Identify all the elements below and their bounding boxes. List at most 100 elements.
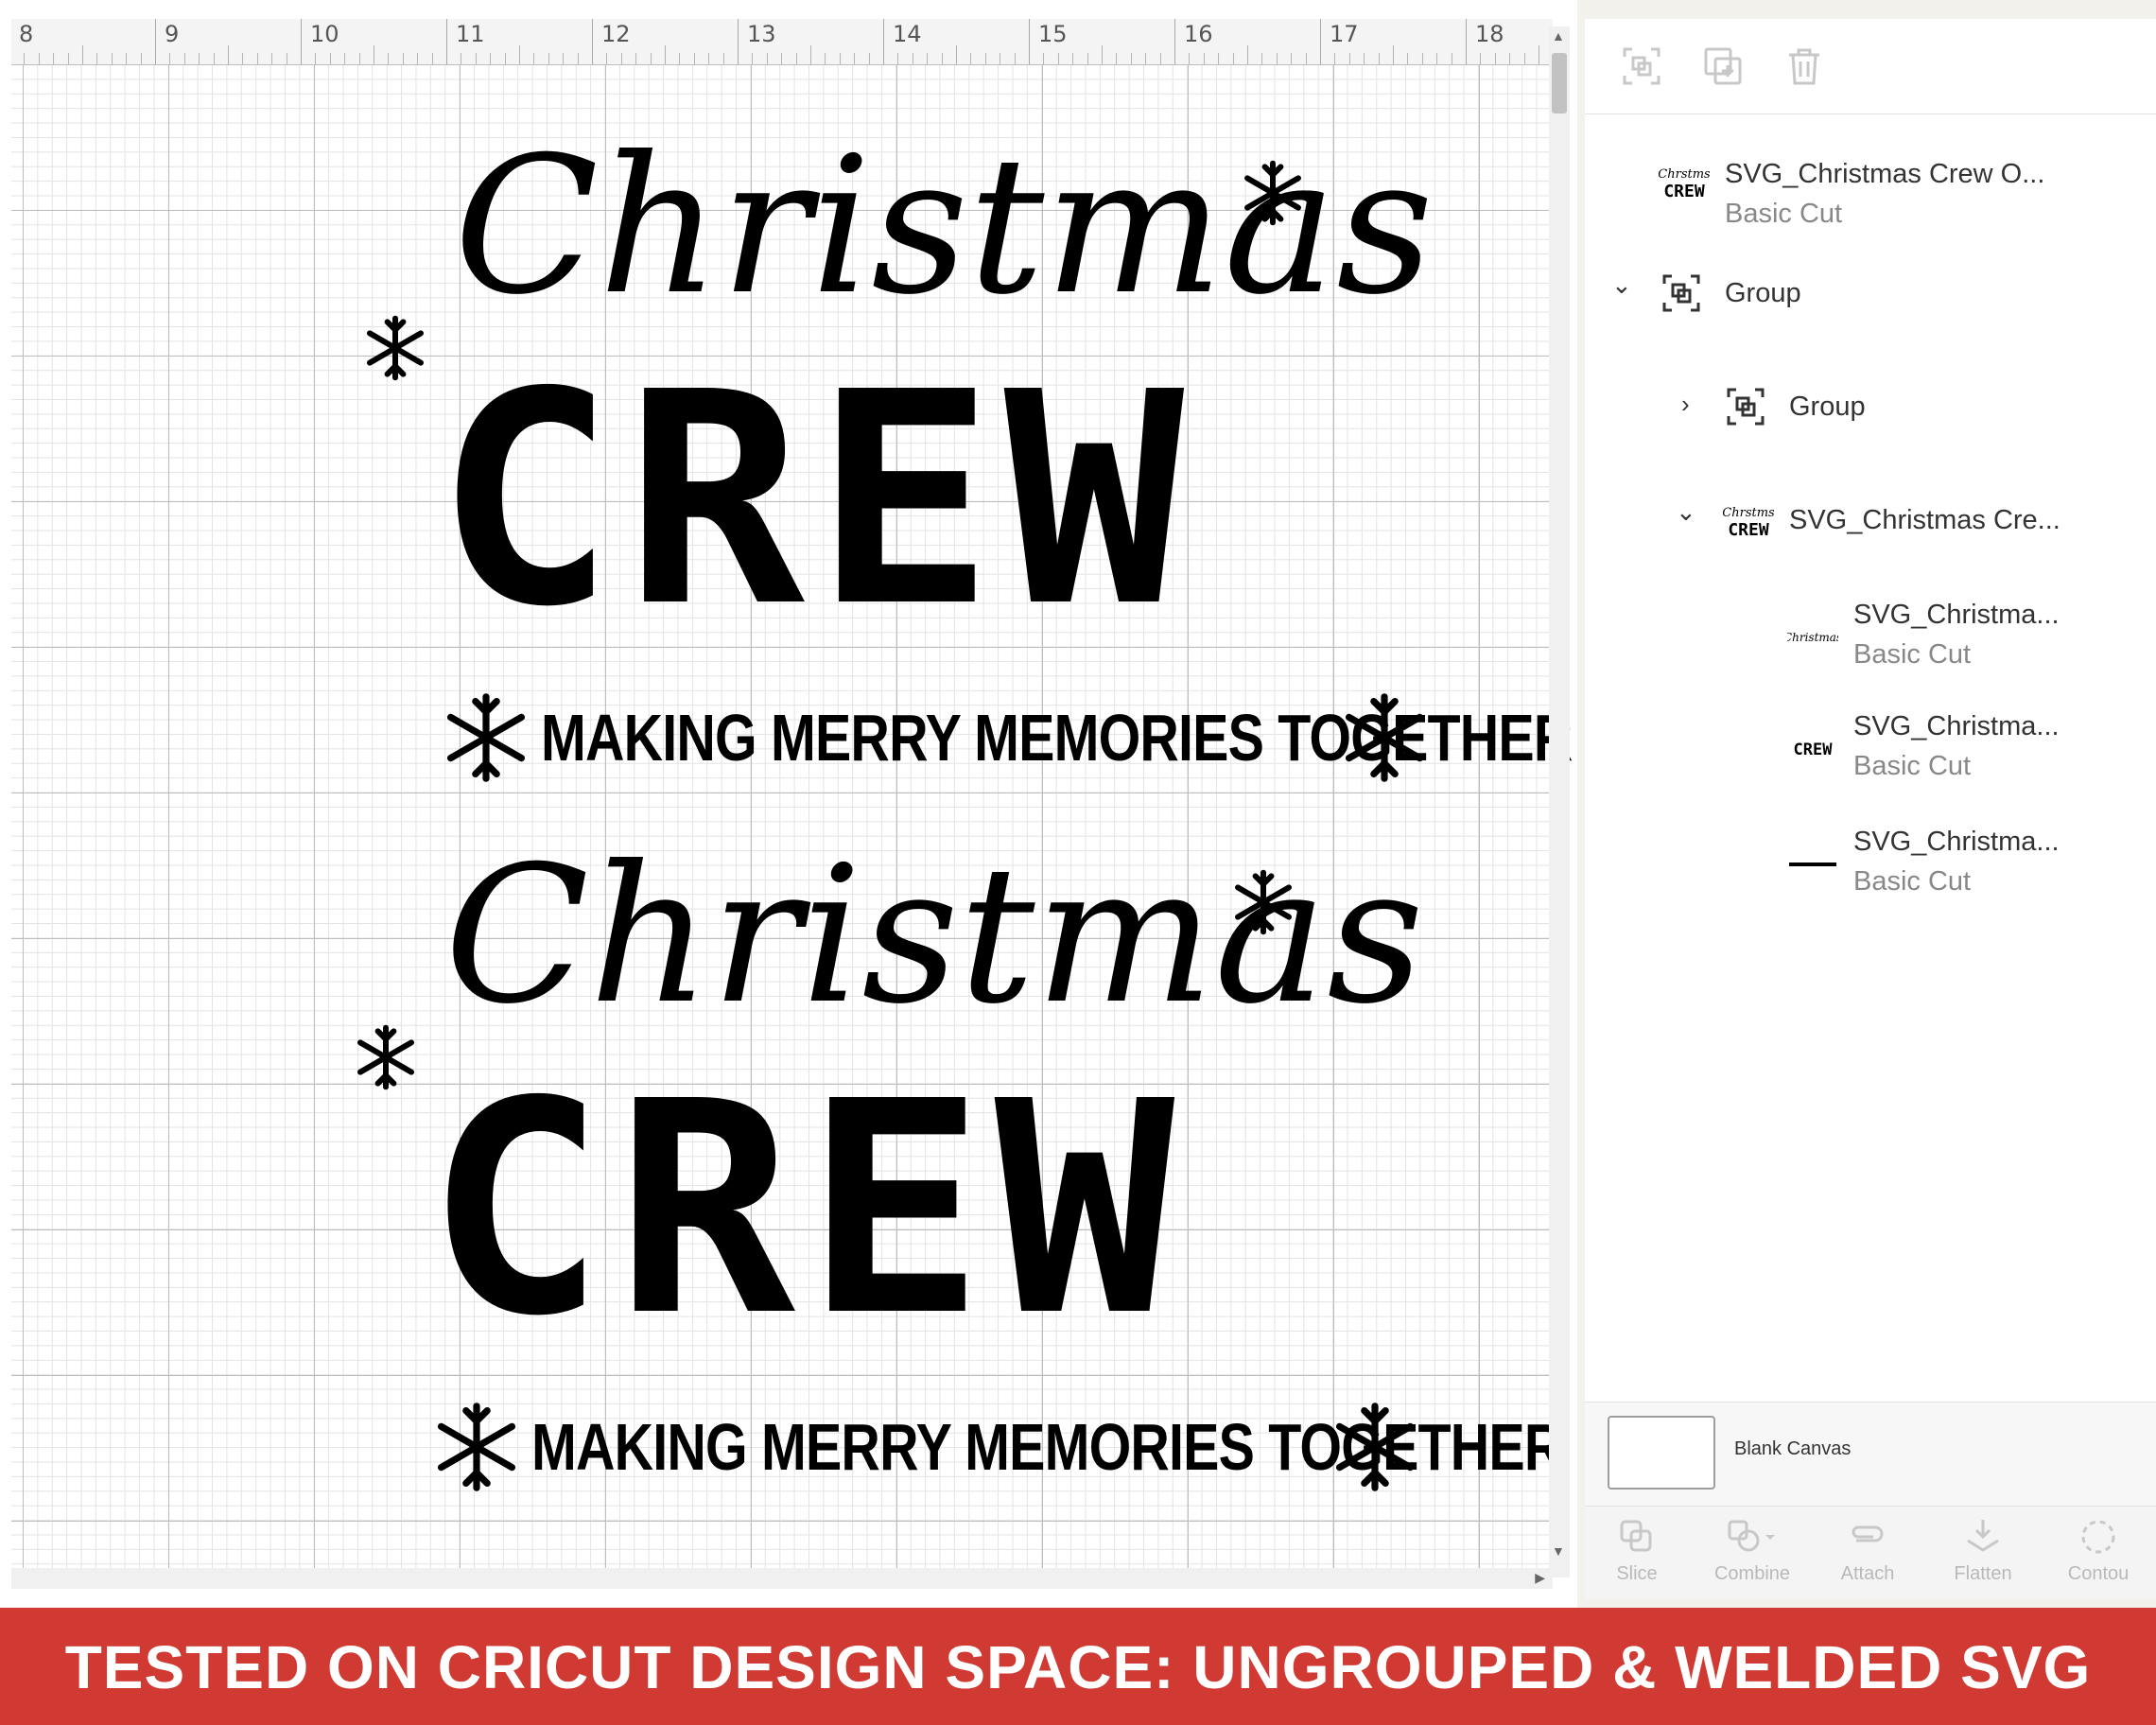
ruler-tick <box>1102 45 1103 64</box>
group-icon[interactable] <box>1621 45 1662 87</box>
delete-icon[interactable] <box>1783 45 1825 87</box>
ruler-tick <box>519 45 520 64</box>
flatten-button[interactable]: Flatten <box>1931 1516 2035 1585</box>
ruler-tick <box>504 53 506 64</box>
scroll-up-icon[interactable]: ▲ <box>1552 28 1565 44</box>
slice-icon <box>1620 1520 1652 1552</box>
ruler-tick <box>53 53 55 64</box>
layer-name: SVG_Christmas Crew O... <box>1725 159 2045 189</box>
crew-title-text: CREW <box>426 1039 1185 1381</box>
ruler-label: 8 <box>19 21 34 47</box>
ruler-tick <box>1436 53 1438 64</box>
canvas-color-swatch[interactable] <box>1608 1416 1715 1490</box>
svg-text:CREW: CREW <box>1794 741 1834 759</box>
ruler-tick <box>635 53 637 64</box>
layer-group[interactable]: ⌄ Group <box>1585 246 2156 350</box>
ruler-tick <box>1320 19 1321 64</box>
design-christmas-crew-1[interactable]: Christmas CREW MAKING MERRY MEMORIES TOG… <box>367 113 1573 794</box>
ruler-tick <box>781 53 783 64</box>
ruler-tick <box>1203 53 1205 64</box>
scrollbar-thumb[interactable] <box>1552 53 1567 113</box>
chevron-right-icon[interactable]: › <box>1681 390 1690 419</box>
ruler-tick <box>67 53 69 64</box>
scroll-down-icon[interactable]: ▼ <box>1552 1543 1565 1559</box>
ruler-tick <box>417 53 419 64</box>
ruler-tick <box>1072 53 1074 64</box>
ruler-tick <box>606 53 608 64</box>
svg-text:Chrstms: Chrstms <box>1659 167 1710 182</box>
layer-subgroup[interactable]: › Group <box>1585 359 2156 463</box>
ruler-tick <box>883 19 884 64</box>
ruler-tick <box>577 53 579 64</box>
attach-icon <box>1852 1525 1884 1542</box>
crew-thumbnail: CREW <box>1794 741 1834 759</box>
ruler-tick <box>38 53 40 64</box>
caption-banner: TESTED ON CRICUT DESIGN SPACE: UNGROUPED… <box>0 1608 2156 1725</box>
banner-text: TESTED ON CRICUT DESIGN SPACE: UNGROUPED… <box>64 1633 2092 1701</box>
ruler-tick <box>1232 53 1234 64</box>
vertical-scrollbar[interactable]: ▲ ▼ <box>1549 26 1570 1577</box>
ruler-tick <box>431 53 433 64</box>
layer-christmas-crew-outline[interactable]: Chrstms CREW SVG_Christmas Crew O... Basi… <box>1585 134 2156 238</box>
ruler-tick <box>490 53 492 64</box>
tool-label: Attach <box>1840 1563 1895 1584</box>
layer-crew[interactable]: CREW SVG_Christma... Basic Cut <box>1585 698 2156 802</box>
design-canvas[interactable]: 8 9 10 11 12 13 14 15 16 17 18 Christmas… <box>0 0 1577 1608</box>
ruler-tick <box>752 53 754 64</box>
ruler-tick <box>722 53 724 64</box>
ruler-tick <box>213 53 215 64</box>
combine-button[interactable]: Combine <box>1700 1516 1804 1585</box>
tool-label: Combine <box>1713 1563 1791 1584</box>
layer-christmas-crew-group[interactable]: ⌄ Chrstms CREW SVG_Christmas Cre... <box>1585 473 2156 577</box>
ruler-tick <box>810 45 811 64</box>
blank-canvas-layer[interactable]: Blank Canvas <box>1585 1402 2156 1507</box>
ruler-tick <box>1466 19 1467 64</box>
svg-text:Chrstms: Chrstms <box>1723 506 1774 520</box>
layer-type: Basic Cut <box>1853 866 1972 897</box>
christmas-crew-thumbnail: ChrstmsCREW <box>1723 506 1774 539</box>
snowflake-icon <box>1235 869 1292 935</box>
ruler-tick <box>111 53 113 64</box>
layer-actions-toolbar: Slice Combine Attach Flatten Contou <box>1585 1506 2156 1599</box>
snowflake-icon <box>437 1403 516 1491</box>
ruler-tick <box>388 53 390 64</box>
ruler-tick <box>329 53 331 64</box>
blank-canvas-label: Blank Canvas <box>1734 1438 1852 1459</box>
ruler-tick <box>854 53 856 64</box>
ruler-tick <box>1145 53 1147 64</box>
chevron-down-icon[interactable]: ⌄ <box>1676 497 1696 527</box>
ruler-label: 16 <box>1184 21 1213 47</box>
ruler-tick <box>183 53 185 64</box>
attach-button[interactable]: Attach <box>1816 1516 1920 1585</box>
contour-button[interactable]: Contou <box>2046 1516 2150 1585</box>
combine-icon <box>1728 1520 1775 1552</box>
script-christmas-text: Christmas <box>454 116 1434 337</box>
ruler-tick <box>1189 53 1191 64</box>
layer-name: Group <box>1725 278 1801 308</box>
ruler-tick <box>271 53 273 64</box>
duplicate-icon[interactable] <box>1702 45 1744 87</box>
snowflake-icon <box>446 693 526 782</box>
ruler-tick <box>679 53 681 64</box>
layer-tagline[interactable]: SVG_Christma... Basic Cut <box>1585 813 2156 917</box>
ruler-tick <box>839 53 841 64</box>
layer-type: Basic Cut <box>1853 751 1972 781</box>
ruler-tick <box>1174 19 1175 64</box>
ruler-tick <box>1218 53 1220 64</box>
ruler-tick <box>358 53 360 64</box>
ruler-tick <box>984 53 986 64</box>
ruler-tick <box>1247 45 1248 64</box>
slice-button[interactable]: Slice <box>1585 1516 1689 1585</box>
chevron-down-icon[interactable]: ⌄ <box>1611 270 1632 300</box>
line-thumbnail <box>1789 862 1836 866</box>
ruler-tick <box>708 53 710 64</box>
christmas-crew-thumbnail: ChrstmsCREW <box>1659 167 1710 200</box>
horizontal-scrollbar[interactable]: ▶ <box>11 1568 1553 1589</box>
ruler-label: 15 <box>1038 21 1068 47</box>
layer-christmas-script[interactable]: Christmas SVG_Christma... Basic Cut <box>1585 586 2156 690</box>
ruler-tick <box>1348 53 1350 64</box>
scroll-right-icon[interactable]: ▶ <box>1535 1570 1545 1586</box>
ruler-tick <box>533 53 535 64</box>
design-christmas-crew-2[interactable]: Christmas CREW MAKING MERRY MEMORIES TOG… <box>357 823 1563 1504</box>
ruler-tick <box>155 19 156 64</box>
